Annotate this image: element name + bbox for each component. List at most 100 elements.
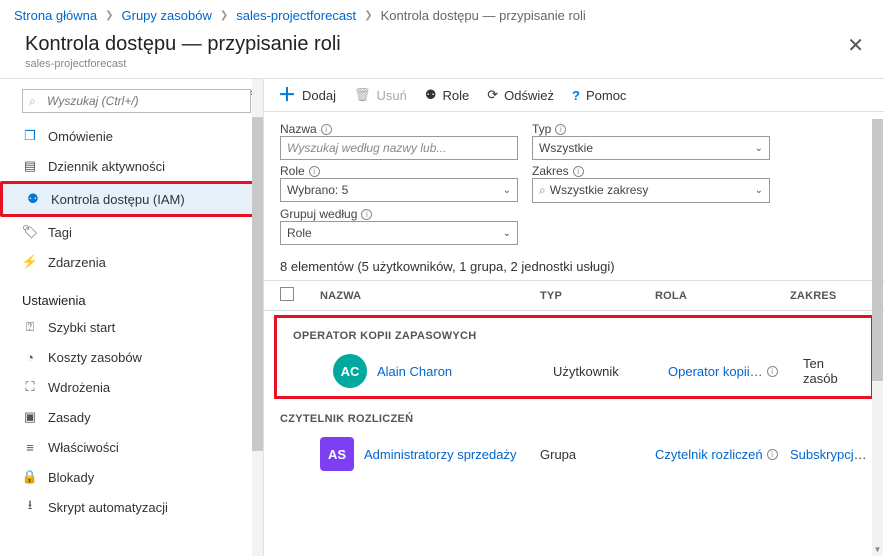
col-header-role[interactable]: ROLA	[655, 290, 790, 302]
table-row[interactable]: AC Alain Charon Użytkownik Operator kopi…	[277, 348, 871, 394]
filter-group-select[interactable]: Role⌄	[280, 221, 518, 245]
log-icon: ▤	[22, 158, 38, 174]
chevron-down-icon: ⌄	[503, 185, 511, 196]
breadcrumb-rg[interactable]: Grupy zasobów	[122, 8, 212, 23]
filter-roles-label: Rolei	[280, 164, 518, 178]
role-group-backup-operator: OPERATOR KOPII ZAPASOWYCH AC Alain Charo…	[274, 315, 874, 399]
principal-type: Grupa	[540, 447, 655, 462]
flash-icon: ⚡	[22, 254, 38, 270]
plus-icon: ＋	[278, 88, 296, 102]
sidebar-item-label: Blokady	[48, 470, 94, 485]
avatar: AS	[320, 437, 354, 471]
sidebar: « ⌕ ❒ Omówienie ▤ Dziennik aktywności ⚉ …	[0, 79, 264, 556]
cost-icon: ◔	[22, 349, 38, 365]
avatar: AC	[333, 354, 367, 388]
principal-type: Użytkownik	[553, 364, 668, 379]
trash-icon: 🗑	[354, 87, 371, 103]
results-summary: 8 elementów (5 użytkowników, 1 grupa, 2 …	[264, 249, 884, 280]
sidebar-scrollbar[interactable]	[252, 79, 263, 556]
sidebar-item-label: Tagi	[48, 225, 72, 240]
breadcrumb-current: Kontrola dostępu — przypisanie roli	[381, 8, 586, 23]
close-icon[interactable]: ✕	[841, 33, 870, 58]
sidebar-item-activity-log[interactable]: ▤ Dziennik aktywności	[0, 151, 263, 181]
scope-text: Ten zasób	[803, 356, 855, 386]
sidebar-item-label: Właściwości	[48, 440, 119, 455]
info-icon[interactable]: i	[573, 166, 584, 177]
breadcrumb-home[interactable]: Strona główna	[14, 8, 97, 23]
info-icon[interactable]: i	[555, 124, 566, 135]
sidebar-item-iam[interactable]: ⚉ Kontrola dostępu (IAM)	[0, 181, 263, 217]
filter-type-select[interactable]: Wszystkie⌄	[532, 136, 770, 160]
toolbar-label: Odśwież	[504, 88, 554, 103]
sidebar-item-deployments[interactable]: ⛶ Wdrożenia	[0, 372, 263, 402]
sidebar-section-settings: Ustawienia	[0, 283, 263, 312]
main-content: ＋ Dodaj 🗑 Usuń ⚉ Role ⟳ Odśwież ? Pomoc	[264, 79, 884, 556]
sidebar-search-input[interactable]	[22, 89, 251, 113]
sidebar-item-events[interactable]: ⚡ Zdarzenia	[0, 247, 263, 277]
role-link[interactable]: Czytelnik rozliczeń	[655, 447, 763, 462]
toolbar-label: Pomoc	[586, 88, 626, 103]
sidebar-item-label: Szybki start	[48, 320, 115, 335]
sidebar-item-label: Omówienie	[48, 129, 113, 144]
group-title: CZYTELNIK ROZLICZEŃ	[264, 403, 884, 431]
select-all-checkbox[interactable]	[280, 287, 294, 301]
page-subtitle: sales-projectforecast	[0, 58, 884, 70]
filter-roles-select[interactable]: Wybrano: 5⌄	[280, 178, 518, 202]
col-header-type[interactable]: TYP	[540, 290, 655, 302]
table-header: NAZWA TYP ROLA ZAKRES	[264, 280, 884, 311]
role-group-billing-reader: CZYTELNIK ROZLICZEŃ AS Administratorzy s…	[264, 403, 884, 477]
sidebar-item-overview[interactable]: ❒ Omówienie	[0, 121, 263, 151]
script-icon: ⭳	[22, 499, 38, 515]
chevron-down-icon: ⌄	[503, 228, 511, 239]
scroll-down-icon[interactable]: ▼	[872, 542, 883, 556]
add-button[interactable]: ＋ Dodaj	[278, 88, 336, 103]
filter-name-label: Nazwai	[280, 122, 518, 136]
principal-link[interactable]: Administratorzy sprzedaży	[364, 447, 516, 462]
sidebar-item-costs[interactable]: ◔ Koszty zasobów	[0, 342, 263, 372]
search-icon: ⌕	[29, 94, 36, 109]
cube-icon: ❒	[22, 128, 38, 144]
scope-link[interactable]: Subskrypcja	[790, 447, 867, 462]
toolbar: ＋ Dodaj 🗑 Usuń ⚉ Role ⟳ Odśwież ? Pomoc	[264, 79, 884, 112]
roles-button[interactable]: ⚉ Role	[425, 87, 469, 103]
group-title: OPERATOR KOPII ZAPASOWYCH	[277, 320, 871, 348]
chevron-right-icon: ❯	[364, 10, 372, 21]
sidebar-item-quickstart[interactable]: ⍰ Szybki start	[0, 312, 263, 342]
sidebar-item-label: Skrypt automatyzacji	[48, 500, 168, 515]
roles-icon: ⚉	[425, 87, 437, 103]
filter-name-input[interactable]: Wyszukaj według nazwy lub...	[280, 136, 518, 160]
refresh-button[interactable]: ⟳ Odśwież	[487, 87, 554, 103]
sidebar-item-label: Koszty zasobów	[48, 350, 142, 365]
policy-icon: ▣	[22, 409, 38, 425]
sidebar-item-properties[interactable]: ≡ Właściwości	[0, 432, 263, 462]
breadcrumb-resource[interactable]: sales-projectforecast	[236, 8, 356, 23]
role-link[interactable]: Operator kopii…	[668, 364, 763, 379]
info-icon[interactable]: i	[309, 166, 320, 177]
sidebar-item-label: Dziennik aktywności	[48, 159, 165, 174]
table-row[interactable]: AS Administratorzy sprzedaży Grupa Czyte…	[264, 431, 884, 477]
sidebar-item-label: Zasady	[48, 410, 91, 425]
sidebar-item-policies[interactable]: ▣ Zasady	[0, 402, 263, 432]
main-scrollbar[interactable]: ▲ ▼	[872, 119, 883, 556]
deploy-icon: ⛶	[22, 379, 38, 395]
breadcrumb: Strona główna ❯ Grupy zasobów ❯ sales-pr…	[0, 0, 884, 31]
principal-link[interactable]: Alain Charon	[377, 364, 452, 379]
info-icon[interactable]: i	[321, 124, 332, 135]
info-icon[interactable]: i	[767, 366, 778, 377]
filter-scope-select[interactable]: ⌕Wszystkie zakresy⌄	[532, 178, 770, 203]
sidebar-item-label: Kontrola dostępu (IAM)	[51, 192, 185, 207]
sidebar-item-locks[interactable]: 🔒 Blokady	[0, 462, 263, 492]
refresh-icon: ⟳	[487, 87, 498, 103]
help-button[interactable]: ? Pomoc	[572, 88, 626, 103]
sidebar-item-label: Wdrożenia	[48, 380, 110, 395]
toolbar-label: Dodaj	[302, 88, 336, 103]
col-header-name[interactable]: NAZWA	[320, 290, 540, 302]
info-icon[interactable]: i	[767, 449, 778, 460]
search-icon: ⌕	[539, 183, 546, 197]
sidebar-item-label: Zdarzenia	[48, 255, 106, 270]
sidebar-item-tags[interactable]: 🏷 Tagi	[0, 217, 263, 247]
info-icon[interactable]: i	[361, 209, 372, 220]
sidebar-item-automation-script[interactable]: ⭳ Skrypt automatyzacji	[0, 492, 263, 522]
col-header-scope[interactable]: ZAKRES	[790, 290, 868, 302]
delete-button[interactable]: 🗑 Usuń	[354, 87, 407, 103]
